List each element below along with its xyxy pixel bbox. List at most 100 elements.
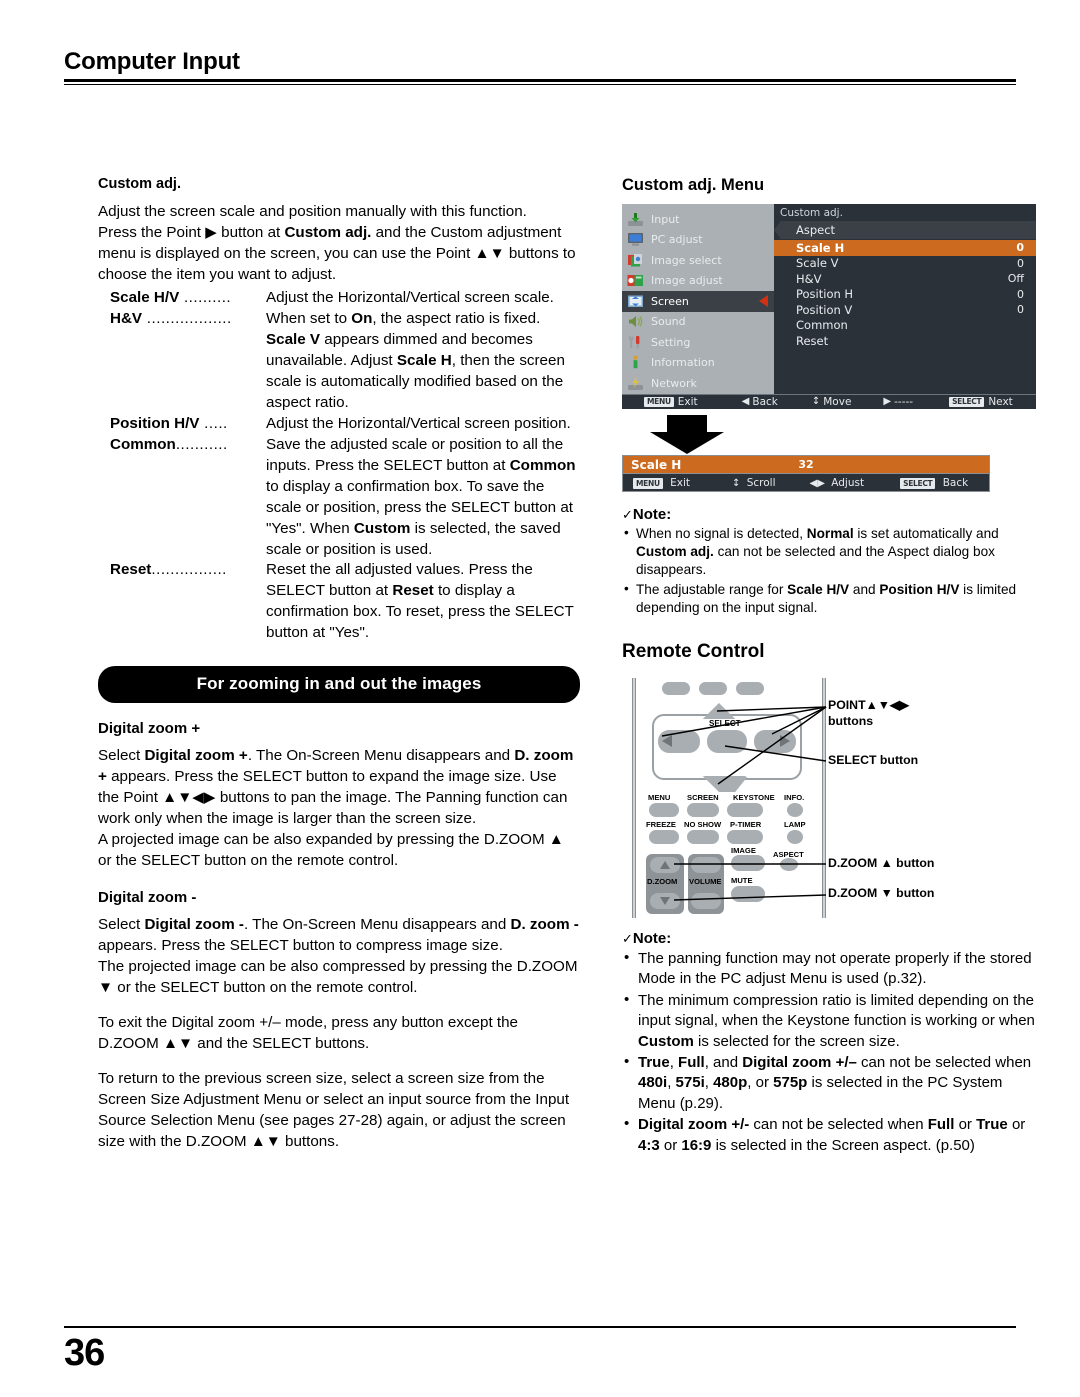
osd-footer-next-level[interactable]: ▶ ----- (883, 396, 913, 408)
remote-top-button-2[interactable] (699, 682, 727, 696)
osd-row-label: Scale V (796, 256, 839, 271)
osd-aspect-tab[interactable]: Aspect (774, 221, 1036, 239)
note-heading-text: Note: (632, 930, 672, 948)
volume-down-button[interactable] (691, 893, 721, 910)
sidebar-item-label: Input (651, 212, 680, 226)
freeze-button[interactable] (649, 830, 679, 845)
menu-button[interactable] (649, 803, 679, 818)
lamp-button[interactable] (787, 830, 803, 845)
osd-footer-back[interactable]: ◀ Back (742, 396, 778, 408)
definition-row: Position H/V ..... Adjust the Horizontal… (98, 414, 580, 435)
definition-description: When set to On, the aspect ratio is fixe… (266, 309, 565, 411)
scalebar-footer-scroll[interactable]: ↕ Scroll (732, 477, 776, 489)
sidebar-item-pc-adjust[interactable]: PC adjust (622, 230, 774, 251)
osd-body: Input PC adjust Image select Image adjus… (622, 204, 1036, 394)
sidebar-item-sound[interactable]: Sound (622, 312, 774, 333)
definition-term: Common........... (98, 435, 266, 561)
osd-row-reset[interactable]: Reset (774, 333, 1036, 349)
sidebar-item-setting[interactable]: Setting (622, 332, 774, 353)
remote-label-freeze: FREEZE (646, 820, 676, 830)
mute-button[interactable] (731, 886, 765, 903)
osd-row-scale-v[interactable]: Scale V 0 (774, 256, 1036, 272)
note-item: True, Full, and Digital zoom +/– can not… (622, 1052, 1040, 1114)
sidebar-item-screen[interactable]: Screen (622, 291, 774, 312)
definition-term-text: Position H/V (110, 414, 200, 432)
remote-label-noshow: NO SHOW (684, 820, 722, 830)
digital-zoom-minus-paragraph-1: Select Digital zoom -. The On-Screen Men… (98, 916, 579, 955)
definition-term-text: Scale H/V (110, 288, 180, 306)
definition-description: Adjust the Horizontal/Vertical screen sc… (266, 288, 554, 306)
sidebar-item-label: Image adjust (651, 274, 723, 288)
remote-top-button-3[interactable] (736, 682, 764, 696)
network-icon (626, 375, 645, 391)
remote-body: SELECT MENU SCREEN KEYSTONE INFO. FREEZE… (632, 678, 828, 919)
definition-description: Reset the all adjusted values. Press the… (266, 561, 574, 642)
tools-icon (626, 334, 645, 350)
scale-h-footer-bar: MENU Exit ↕ Scroll ◀▶ Adjust SELECT Back (622, 474, 990, 492)
definition-term-text: Reset (110, 561, 152, 579)
osd-row-common[interactable]: Common (774, 318, 1036, 334)
remote-top-button-1[interactable] (662, 682, 690, 696)
page-header: Computer Input (64, 48, 1016, 85)
scalebar-footer-back[interactable]: SELECT Back (900, 477, 968, 489)
digital-zoom-minus-paragraph-2: The projected image can be also compress… (98, 958, 578, 997)
note-item: The minimum compression ratio is limited… (622, 990, 1040, 1052)
page-footer: 36 (64, 1326, 1016, 1375)
sidebar-item-network[interactable]: Network (622, 373, 774, 394)
scalebar-footer-label: Adjust (831, 476, 865, 489)
point-right-arrow-icon (780, 735, 790, 748)
point-left-arrow-icon (662, 735, 672, 748)
ptimer-button[interactable] (727, 830, 763, 845)
osd-row-position-v[interactable]: Position V 0 (774, 302, 1036, 318)
noshow-button[interactable] (687, 830, 719, 845)
osd-footer-next[interactable]: SELECT Next (949, 396, 1013, 408)
osd-footer-label: Next (988, 395, 1013, 408)
osd-row-list: Scale H 0 Scale V 0 H&V Off Position H 0 (774, 239, 1036, 349)
osd-footer-move[interactable]: ↕ Move (812, 396, 852, 408)
footer-rule (64, 1326, 1016, 1328)
sidebar-item-input[interactable]: Input (622, 209, 774, 230)
scalebar-footer-adjust[interactable]: ◀▶ Adjust (810, 477, 865, 489)
custom-adj-intro-1: Adjust the screen scale and position man… (98, 203, 527, 220)
sidebar-item-image-adjust[interactable]: Image adjust (622, 271, 774, 292)
remote-label-ptimer: P-TIMER (730, 820, 762, 830)
osd-menu-screenshot: Input PC adjust Image select Image adjus… (622, 204, 1036, 409)
image-button[interactable] (731, 855, 765, 872)
sidebar-item-label: Network (651, 376, 697, 390)
scale-h-value: 32 (798, 458, 814, 471)
aspect-button[interactable] (780, 858, 798, 872)
screen-icon (626, 293, 645, 309)
osd-footer-exit[interactable]: MENU Exit (644, 396, 698, 408)
sidebar-item-label: Screen (651, 294, 689, 308)
scale-h-label: Scale H (631, 457, 682, 472)
definition-row: Scale H/V .......... Adjust the Horizont… (98, 288, 580, 309)
remote-right-edge (822, 678, 826, 919)
note-item: When no signal is detected, Normal is se… (622, 524, 1040, 580)
osd-row-value: 0 (1017, 287, 1024, 301)
leader-dots: ........... (175, 435, 228, 453)
left-column: Custom adj. Adjust the screen scale and … (98, 176, 580, 1153)
intro2-part-b: button at (216, 223, 285, 241)
scale-h-value-row[interactable]: Scale H 32 (622, 455, 990, 474)
volume-up-button[interactable] (691, 857, 721, 874)
point-updown-arrow-icon: ▲▼ (474, 244, 505, 262)
remote-control-illustration: SELECT MENU SCREEN KEYSTONE INFO. FREEZE… (622, 674, 1040, 922)
select-button[interactable] (707, 730, 747, 754)
intro2-part-a: Press the Point (98, 223, 206, 241)
info-button[interactable] (787, 803, 803, 818)
osd-sidebar: Input PC adjust Image select Image adjus… (622, 204, 774, 394)
leader-dots: .................. (142, 309, 232, 327)
sidebar-item-information[interactable]: Information (622, 353, 774, 374)
note-list: The panning function may not operate pro… (622, 948, 1040, 1156)
scalebar-footer-exit[interactable]: MENU Exit (633, 477, 690, 489)
scalebar-footer-label: Scroll (746, 476, 776, 489)
osd-row-position-h[interactable]: Position H 0 (774, 287, 1036, 303)
osd-row-scale-h[interactable]: Scale H 0 (774, 240, 1036, 256)
screen-button[interactable] (687, 803, 719, 818)
osd-row-h-and-v[interactable]: H&V Off (774, 271, 1036, 287)
right-column: Custom adj. Menu Input PC adjust Image s… (622, 176, 1040, 1157)
sidebar-item-image-select[interactable]: Image select (622, 250, 774, 271)
menu-key-icon: MENU (644, 396, 674, 407)
keystone-button[interactable] (727, 803, 763, 818)
